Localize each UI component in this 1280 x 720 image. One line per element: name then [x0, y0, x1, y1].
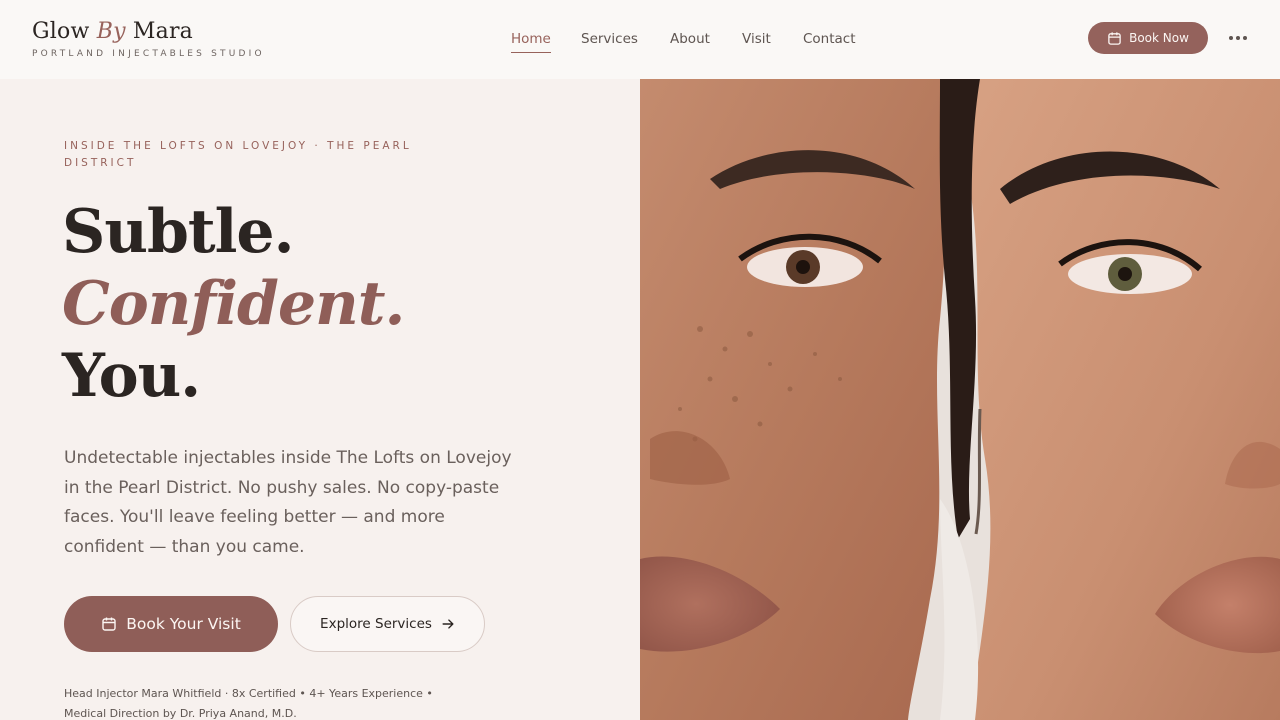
explore-services-label: Explore Services	[320, 616, 432, 632]
explore-services-button[interactable]: Explore Services	[290, 596, 485, 652]
more-menu-button[interactable]	[1226, 28, 1250, 48]
nav-visit[interactable]: Visit	[742, 30, 771, 48]
hero-photo	[640, 79, 1280, 720]
calendar-icon	[1108, 31, 1121, 45]
headline-line-1: Subtle.	[62, 197, 294, 267]
hero-eyebrow: INSIDE THE LOFTS ON LOVEJOY · THE PEARL …	[64, 140, 412, 169]
brand-tagline: PORTLAND INJECTABLES STUDIO	[32, 49, 265, 59]
calendar-icon	[102, 617, 116, 631]
headline-line-2: Confident.	[62, 269, 405, 339]
site-header: Glow By Mara PORTLAND INJECTABLES STUDIO…	[0, 0, 1280, 79]
brand-logo[interactable]: Glow By Mara PORTLAND INJECTABLES STUDIO	[32, 18, 265, 59]
book-now-button[interactable]: Book Now	[1088, 22, 1208, 54]
hero-description: Undetectable injectables inside The Loft…	[64, 448, 512, 557]
credentials-text: Head Injector Mara Whitfield · 8x Certif…	[64, 684, 444, 720]
book-now-label: Book Now	[1129, 31, 1189, 45]
nav-contact[interactable]: Contact	[803, 30, 856, 48]
headline-line-3: You.	[62, 341, 201, 411]
book-your-visit-button[interactable]: Book Your Visit	[64, 596, 278, 652]
more-horizontal-icon	[1229, 36, 1233, 40]
brand-name: Glow By Mara	[32, 19, 193, 44]
arrow-right-icon	[442, 619, 454, 629]
credentials-line-1: Head Injector Mara Whitfield · 8x Certif…	[64, 687, 433, 700]
nav-about[interactable]: About	[670, 30, 710, 48]
credentials-line-2: Medical Direction by Dr. Priya Anand, M.…	[64, 707, 297, 720]
nav-services[interactable]: Services	[581, 30, 638, 48]
more-dot	[1236, 36, 1240, 40]
book-your-visit-label: Book Your Visit	[126, 615, 241, 633]
two-faces-closeup-image	[640, 79, 1280, 720]
hero-headline: Subtle. Confident. You.	[62, 196, 405, 412]
nav-home[interactable]: Home	[511, 30, 551, 53]
more-dot	[1243, 36, 1247, 40]
